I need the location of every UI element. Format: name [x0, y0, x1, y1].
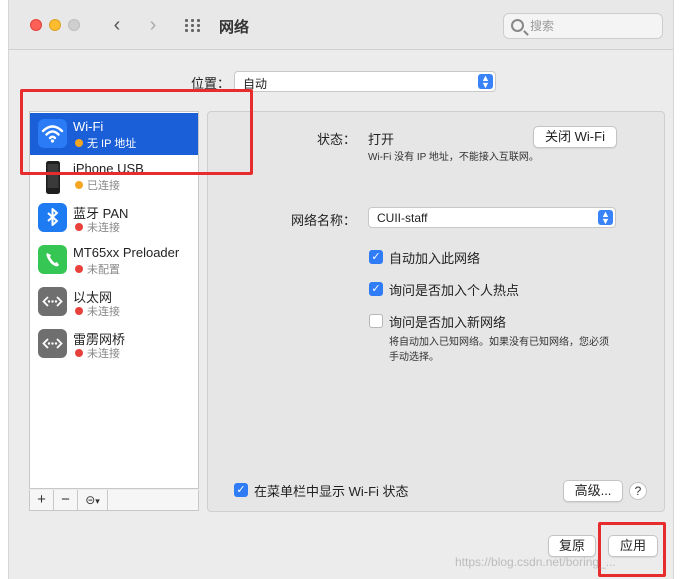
- ask-hotspot-checkbox[interactable]: ✓: [369, 282, 383, 296]
- network-name-select[interactable]: CUII-staff ▲ ▼: [368, 207, 616, 228]
- thunderbolt-bridge-icon: [38, 329, 67, 358]
- ask-new-network-label: 询问是否加入新网络: [389, 315, 507, 330]
- show-all-grid-icon[interactable]: [185, 19, 201, 33]
- minimize-window-button[interactable]: [49, 19, 61, 31]
- show-in-menubar-checkbox[interactable]: ✓: [234, 483, 248, 497]
- status-note: Wi-Fi 没有 IP 地址，不能接入互联网。: [368, 152, 539, 163]
- action-icon: ⊝: [85, 493, 96, 507]
- search-input[interactable]: [530, 17, 655, 35]
- remove-service-button[interactable]: −: [54, 490, 78, 510]
- service-status: 已连接: [87, 180, 120, 192]
- service-status: 未连接: [87, 306, 120, 318]
- service-list-toolbar: + − ⊝▾: [29, 490, 199, 511]
- help-button[interactable]: ?: [629, 482, 647, 500]
- revert-button[interactable]: 复原: [548, 535, 596, 557]
- wifi-detail-panel: 状态： 打开 关闭 Wi-Fi Wi-Fi 没有 IP 地址，不能接入互联网。 …: [207, 111, 665, 512]
- status-label: 状态：: [316, 132, 356, 147]
- service-item-thunderbolt-bridge[interactable]: 雷雳网桥 未连接: [30, 323, 198, 365]
- add-service-button[interactable]: +: [30, 490, 54, 510]
- turn-off-wifi-button[interactable]: 关闭 Wi-Fi: [533, 126, 617, 148]
- service-item-ethernet[interactable]: 以太网 未连接: [30, 281, 198, 323]
- service-item-mt65xx[interactable]: MT65xx Preloader 未配置: [30, 239, 198, 281]
- title-bar: ‹ › 网络: [9, 0, 673, 50]
- highlight-wifi-annotation: [20, 89, 253, 175]
- join-note-line: 手动选择。: [389, 352, 439, 363]
- close-window-button[interactable]: [30, 19, 42, 31]
- service-status: 未配置: [87, 264, 120, 276]
- status-dot: [75, 223, 83, 231]
- status-dot: [75, 181, 83, 189]
- service-name: MT65xx Preloader: [73, 245, 180, 260]
- status-dot: [75, 349, 83, 357]
- phone-icon: [38, 245, 67, 274]
- window-title: 网络: [219, 19, 250, 36]
- ethernet-icon: [38, 287, 67, 316]
- service-item-bluetooth-pan[interactable]: 蓝牙 PAN 未连接: [30, 197, 198, 239]
- join-note-line: 将自动加入已知网络。如果没有已知网络，您必须: [389, 337, 609, 348]
- forward-chevron-icon[interactable]: ›: [143, 14, 163, 36]
- show-in-menubar-label: 在菜单栏中显示 Wi-Fi 状态: [254, 484, 409, 499]
- auto-join-checkbox[interactable]: ✓: [369, 250, 383, 264]
- status-dot: [75, 307, 83, 315]
- service-status: 未连接: [87, 222, 120, 234]
- join-note: 将自动加入已知网络。如果没有已知网络，您必须 手动选择。: [389, 335, 609, 365]
- status-dot: [75, 265, 83, 273]
- network-name-value: CUII-staff: [377, 211, 428, 225]
- popup-stepper-icon: ▲ ▼: [598, 210, 613, 226]
- ask-hotspot-label: 询问是否加入个人热点: [389, 283, 520, 298]
- location-select[interactable]: 自动 ▲ ▼: [234, 71, 496, 92]
- status-value: 打开: [368, 132, 395, 147]
- back-chevron-icon[interactable]: ‹: [107, 14, 127, 36]
- network-name-label: 网络名称：: [290, 213, 356, 228]
- action-menu-button[interactable]: ⊝▾: [78, 490, 108, 510]
- network-preferences-window: ‹ › 网络 位置： 自动 ▲▼ Wi-Fi: [8, 0, 674, 579]
- auto-join-label: 自动加入此网络: [389, 251, 481, 266]
- popup-stepper-icon: ▲ ▼: [478, 74, 493, 90]
- service-status: 未连接: [87, 348, 120, 360]
- advanced-button[interactable]: 高级...: [563, 480, 623, 502]
- bluetooth-icon: [38, 203, 67, 232]
- zoom-window-button[interactable]: [68, 19, 80, 31]
- search-field[interactable]: [503, 13, 663, 39]
- watermark: https://blog.csdn.net/boring_...: [455, 555, 616, 569]
- chevron-down-icon: ▾: [95, 496, 100, 506]
- ask-new-network-checkbox[interactable]: [369, 314, 383, 328]
- search-icon: [511, 19, 524, 32]
